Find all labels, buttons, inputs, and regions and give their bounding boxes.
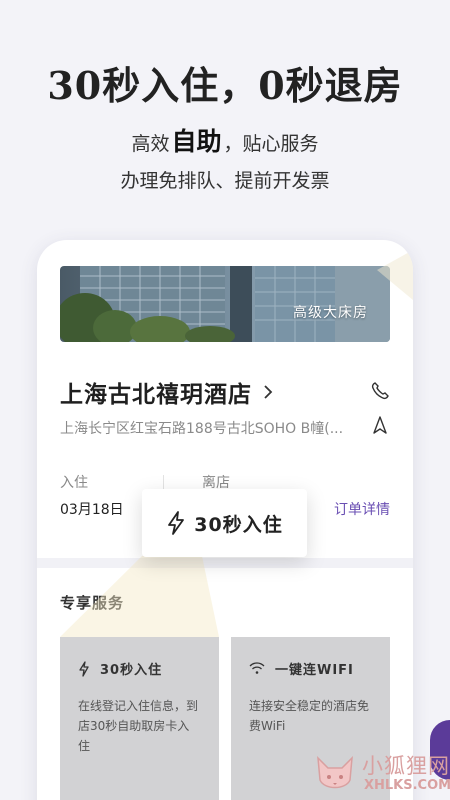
service-desc: 连接安全稳定的酒店免费WiFi <box>249 699 370 733</box>
service-desc: 在线登记入住信息，到店30秒自助取房卡入住 <box>78 699 199 753</box>
section-divider <box>37 558 413 568</box>
room-type-label: 高级大床房 <box>293 305 368 321</box>
watermark-text-cn: 小狐狸网 <box>362 754 450 778</box>
promo-subtitle-pre: 高效 <box>131 133 170 155</box>
checkin-popup-label: 30秒入住 <box>194 513 283 536</box>
lightning-icon <box>79 660 89 677</box>
promo-title: 30秒入住，0秒退房 <box>47 63 403 108</box>
wifi-icon <box>249 662 265 674</box>
lightning-icon <box>168 511 185 535</box>
hotel-photo: 高级大床房 <box>60 266 390 342</box>
chevron-right-icon <box>264 385 273 399</box>
order-details-link[interactable]: 订单详情 <box>334 499 390 519</box>
promo-tagline: 办理免排队、提前开发票 <box>120 170 330 192</box>
promo-subtitle-post: ，贴心服务 <box>223 133 319 155</box>
phone-icon[interactable] <box>370 381 390 401</box>
promo-subtitle: 高效自助 ，贴心服务 <box>0 122 450 158</box>
service-card-checkin[interactable]: 30秒入住 在线登记入住信息，到店30秒自助取房卡入住 <box>60 637 219 800</box>
service-title: 一键连WIFI <box>275 663 354 678</box>
fox-logo-icon <box>317 756 353 789</box>
watermark: 小狐狸网 XHLKS.COM <box>312 750 450 798</box>
watermark-text-en: XHLKS.COM <box>364 778 450 793</box>
navigation-icon[interactable] <box>372 416 388 434</box>
checkin-label: 入住 <box>60 475 88 491</box>
service-title: 30秒入住 <box>100 663 163 678</box>
hotel-name-row[interactable]: 上海古北禧玥酒店 <box>60 376 390 408</box>
hotel-name: 上海古北禧玥酒店 <box>60 382 252 408</box>
checkin-popup[interactable]: 30秒入住 <box>142 489 307 557</box>
checkin-date: 03月18日 <box>60 502 124 518</box>
services-title: 专享服务 <box>60 594 125 612</box>
promo-subtitle-highlight: 自助 <box>171 127 222 156</box>
hotel-address: 上海长宁区红宝石路188号古北SOHO B幢(... <box>60 421 344 437</box>
